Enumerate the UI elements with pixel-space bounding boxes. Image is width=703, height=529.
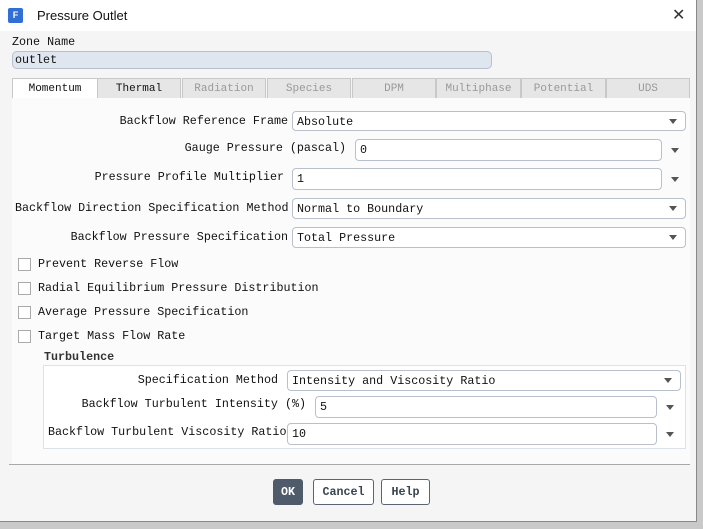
chevron-down-icon bbox=[669, 235, 677, 240]
chevron-down-icon bbox=[669, 119, 677, 124]
tab-thermal[interactable]: Thermal bbox=[97, 78, 181, 98]
tab-momentum[interactable]: Momentum bbox=[12, 78, 98, 98]
tab-potential[interactable]: Potential bbox=[521, 78, 606, 98]
dropdown-value: Absolute bbox=[297, 115, 354, 129]
average-pressure-checkbox[interactable] bbox=[18, 306, 31, 319]
chevron-down-icon bbox=[664, 378, 672, 383]
gauge-pressure-label: Gauge Pressure (pascal) bbox=[184, 141, 346, 155]
dropdown-value: Intensity and Viscosity Ratio bbox=[292, 374, 496, 388]
divider bbox=[9, 464, 690, 465]
gauge-pressure-options-icon[interactable] bbox=[671, 148, 679, 153]
profile-multiplier-label: Pressure Profile Multiplier bbox=[94, 170, 284, 184]
radial-equilibrium-checkbox[interactable] bbox=[18, 282, 31, 295]
average-pressure-label: Average Pressure Specification bbox=[38, 305, 249, 319]
close-icon[interactable]: ✕ bbox=[672, 5, 685, 24]
viscosity-ratio-options-icon[interactable] bbox=[666, 432, 674, 437]
radial-equilibrium-label: Radial Equilibrium Pressure Distribution bbox=[38, 281, 319, 295]
dropdown-value: Normal to Boundary bbox=[297, 202, 424, 216]
help-button[interactable]: Help bbox=[381, 479, 430, 505]
backflow-direction-dropdown[interactable]: Normal to Boundary bbox=[292, 198, 686, 219]
zone-name-input[interactable]: outlet bbox=[12, 51, 492, 69]
gauge-pressure-input[interactable]: 0 bbox=[355, 139, 662, 161]
chevron-down-icon bbox=[669, 206, 677, 211]
dropdown-value: Total Pressure bbox=[297, 231, 396, 245]
spec-method-dropdown[interactable]: Intensity and Viscosity Ratio bbox=[287, 370, 681, 391]
viscosity-ratio-input[interactable]: 10 bbox=[287, 423, 657, 445]
tab-uds[interactable]: UDS bbox=[606, 78, 690, 98]
turbulent-intensity-label: Backflow Turbulent Intensity (%) bbox=[81, 397, 306, 411]
turbulent-intensity-input[interactable]: 5 bbox=[315, 396, 657, 418]
pressure-outlet-dialog: F Pressure Outlet ✕ Zone Name outlet Mom… bbox=[0, 0, 697, 522]
profile-multiplier-options-icon[interactable] bbox=[671, 177, 679, 182]
zone-name-label: Zone Name bbox=[12, 35, 76, 49]
fluent-app-icon: F bbox=[8, 8, 23, 23]
tab-multiphase[interactable]: Multiphase bbox=[436, 78, 521, 98]
spec-method-label: Specification Method bbox=[137, 373, 278, 387]
cancel-button[interactable]: Cancel bbox=[313, 479, 374, 505]
tab-radiation[interactable]: Radiation bbox=[182, 78, 266, 98]
prevent-reverse-flow-checkbox[interactable] bbox=[18, 258, 31, 271]
title-bar: F Pressure Outlet ✕ bbox=[0, 0, 696, 31]
backflow-pressure-label: Backflow Pressure Specification bbox=[70, 230, 288, 244]
turbulence-heading: Turbulence bbox=[44, 350, 115, 364]
profile-multiplier-input[interactable]: 1 bbox=[292, 168, 662, 190]
viscosity-ratio-label: Backflow Turbulent Viscosity Ratio bbox=[48, 425, 287, 439]
window-title: Pressure Outlet bbox=[37, 8, 128, 23]
backflow-ref-frame-dropdown[interactable]: Absolute bbox=[292, 111, 686, 131]
ok-button[interactable]: OK bbox=[273, 479, 303, 505]
backflow-pressure-dropdown[interactable]: Total Pressure bbox=[292, 227, 686, 248]
tab-species[interactable]: Species bbox=[267, 78, 351, 98]
tab-dpm[interactable]: DPM bbox=[352, 78, 436, 98]
prevent-reverse-flow-label: Prevent Reverse Flow bbox=[38, 257, 179, 271]
backflow-direction-label: Backflow Direction Specification Method bbox=[15, 201, 289, 215]
target-mass-flow-label: Target Mass Flow Rate bbox=[38, 329, 186, 343]
target-mass-flow-checkbox[interactable] bbox=[18, 330, 31, 343]
turbulent-intensity-options-icon[interactable] bbox=[666, 405, 674, 410]
backflow-ref-frame-label: Backflow Reference Frame bbox=[119, 114, 288, 128]
